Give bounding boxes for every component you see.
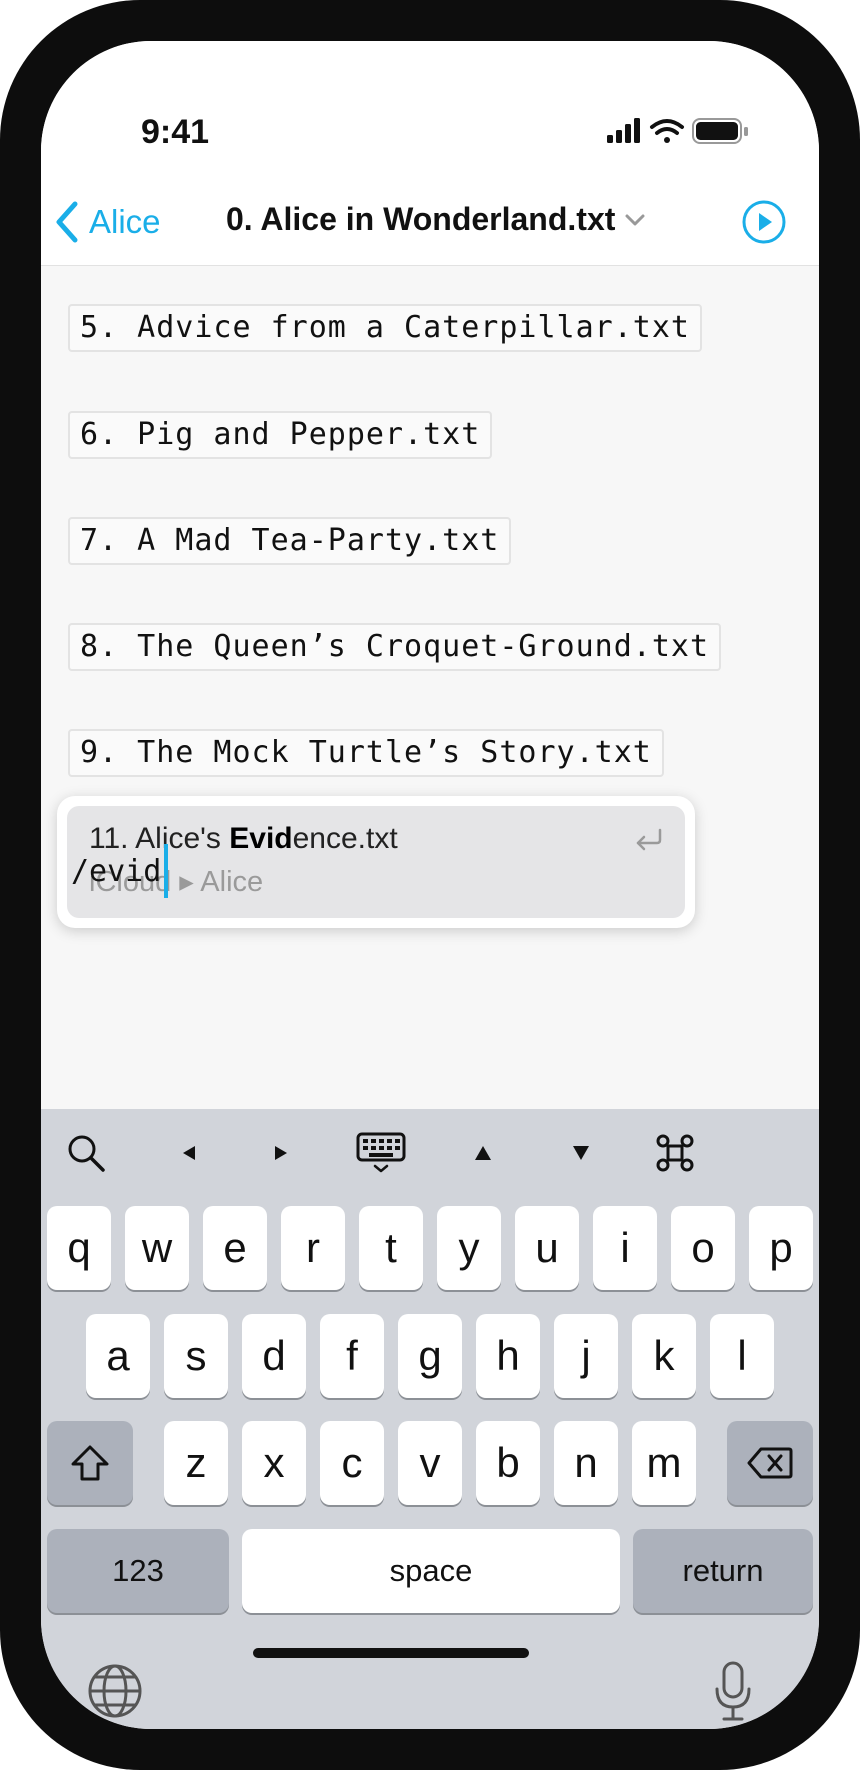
numbers-key[interactable]: 123 [47, 1529, 229, 1613]
search-icon [68, 1135, 105, 1172]
key-b[interactable]: b [476, 1421, 540, 1505]
left-arrow-icon [183, 1146, 195, 1160]
down-arrow-icon [573, 1146, 589, 1160]
key-r[interactable]: r [281, 1206, 345, 1290]
cursor-up-button[interactable] [453, 1125, 513, 1181]
keyboard: q w e r t y u i o p a s d f g h j k l z … [41, 1109, 819, 1729]
document-title: 0. Alice in Wonderland.txt [226, 201, 616, 237]
command-icon [656, 1134, 694, 1172]
phone-frame: 9:41 Alice 0. Alice in Wonderland.txt 5.… [0, 0, 860, 1770]
typed-line[interactable]: /evid [71, 844, 169, 898]
key-q[interactable]: q [47, 1206, 111, 1290]
text-editor[interactable]: 5. Advice from a Caterpillar.txt 6. Pig … [41, 266, 819, 1109]
key-u[interactable]: u [515, 1206, 579, 1290]
right-arrow-icon [275, 1146, 287, 1160]
delete-icon [747, 1447, 793, 1479]
key-c[interactable]: c [320, 1421, 384, 1505]
battery-icon [692, 118, 748, 144]
key-h[interactable]: h [476, 1314, 540, 1398]
key-s[interactable]: s [164, 1314, 228, 1398]
space-key[interactable]: space [242, 1529, 620, 1613]
cursor-left-button[interactable] [159, 1125, 219, 1181]
back-button[interactable]: Alice [55, 197, 161, 247]
microphone-icon [715, 1661, 751, 1721]
typed-text: /evid [71, 853, 162, 889]
key-g[interactable]: g [398, 1314, 462, 1398]
status-time: 9:41 [141, 113, 210, 151]
key-k[interactable]: k [632, 1314, 696, 1398]
search-button[interactable] [56, 1125, 116, 1181]
navigation-bar: Alice 0. Alice in Wonderland.txt [41, 181, 819, 266]
key-t[interactable]: t [359, 1206, 423, 1290]
home-indicator[interactable] [253, 1648, 529, 1658]
return-key[interactable]: return [633, 1529, 813, 1613]
globe-button[interactable] [87, 1663, 143, 1724]
back-label: Alice [89, 203, 161, 240]
shift-icon [71, 1445, 109, 1481]
key-v[interactable]: v [398, 1421, 462, 1505]
shift-key[interactable] [47, 1421, 133, 1505]
play-circle-icon [742, 200, 786, 244]
chevron-down-icon [625, 214, 645, 225]
key-a[interactable]: a [86, 1314, 150, 1398]
hide-keyboard-button[interactable] [351, 1125, 411, 1181]
up-arrow-icon [475, 1146, 491, 1160]
cursor-down-button[interactable] [551, 1125, 611, 1181]
status-icons [607, 117, 757, 152]
key-y[interactable]: y [437, 1206, 501, 1290]
key-j[interactable]: j [554, 1314, 618, 1398]
command-button[interactable] [645, 1125, 705, 1181]
document-title-button[interactable]: 0. Alice in Wonderland.txt [226, 201, 645, 238]
file-link[interactable]: 5. Advice from a Caterpillar.txt [68, 304, 702, 352]
run-button[interactable] [741, 199, 787, 250]
key-x[interactable]: x [242, 1421, 306, 1505]
file-link[interactable]: 7. A Mad Tea-Party.txt [68, 517, 512, 565]
return-icon [636, 828, 662, 851]
key-m[interactable]: m [632, 1421, 696, 1505]
chevron-left-icon [56, 201, 78, 243]
file-link[interactable]: 6. Pig and Pepper.txt [68, 411, 493, 459]
hide-keyboard-icon [356, 1132, 406, 1173]
file-link[interactable]: 9. The Mock Turtle’s Story.txt [68, 729, 664, 777]
key-i[interactable]: i [593, 1206, 657, 1290]
status-bar: 9:41 [41, 41, 819, 181]
dictation-button[interactable] [713, 1661, 753, 1728]
key-n[interactable]: n [554, 1421, 618, 1505]
key-d[interactable]: d [242, 1314, 306, 1398]
cursor-right-button[interactable] [251, 1125, 311, 1181]
key-p[interactable]: p [749, 1206, 813, 1290]
delete-key[interactable] [727, 1421, 813, 1505]
screen: 9:41 Alice 0. Alice in Wonderland.txt 5.… [41, 41, 819, 1729]
globe-icon [88, 1664, 142, 1718]
key-l[interactable]: l [710, 1314, 774, 1398]
text-cursor [164, 844, 169, 898]
key-z[interactable]: z [164, 1421, 228, 1505]
key-o[interactable]: o [671, 1206, 735, 1290]
key-e[interactable]: e [203, 1206, 267, 1290]
key-f[interactable]: f [320, 1314, 384, 1398]
cellular-signal-icon [607, 118, 640, 143]
wifi-icon [650, 119, 684, 143]
file-link[interactable]: 8. The Queen’s Croquet-Ground.txt [68, 623, 722, 671]
key-w[interactable]: w [125, 1206, 189, 1290]
